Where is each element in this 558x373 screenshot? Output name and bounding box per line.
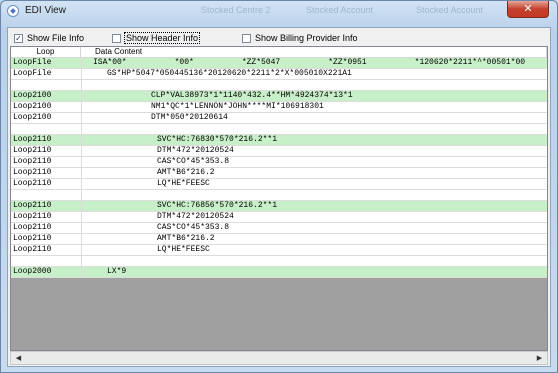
table-row[interactable] bbox=[11, 124, 547, 135]
data-content-cell: ISA*00* *00* *ZZ*5047 *ZZ*0951 *120620*2… bbox=[93, 58, 526, 67]
data-content-cell: NM1*QC*1*LENNON*JOHN****MI*106918301 bbox=[151, 102, 324, 111]
column-divider bbox=[81, 80, 82, 90]
table-row[interactable]: Loop2100 DTM*050*20120614 bbox=[11, 113, 547, 124]
loop-cell: Loop2000 bbox=[13, 267, 52, 276]
table-row[interactable] bbox=[11, 190, 547, 201]
table-row[interactable]: Loop2110 AMT*B6*216.2 bbox=[11, 234, 547, 245]
data-content-cell: SVC*HC:76830*570*216.2**1 bbox=[157, 135, 278, 144]
data-content-cell: CLP*VAL38973*1*1140*432.4**HM*4924374*13… bbox=[151, 91, 353, 100]
loop-cell: Loop2110 bbox=[13, 201, 52, 210]
grid-header: Loop Data Content bbox=[11, 47, 547, 58]
data-content-cell: LQ*HE*FEESC bbox=[157, 245, 210, 254]
data-content-cell: CAS*CO*45*353.8 bbox=[157, 223, 230, 232]
column-divider bbox=[81, 256, 82, 266]
table-row[interactable]: Loop2110 CAS*CO*45*353.8 bbox=[11, 157, 547, 168]
table-row[interactable] bbox=[11, 80, 547, 91]
loop-cell: Loop2110 bbox=[13, 146, 52, 155]
column-divider bbox=[81, 179, 82, 189]
horizontal-scrollbar[interactable]: ◀ ▶ bbox=[10, 351, 548, 365]
table-row[interactable]: Loop2100 CLP*VAL38973*1*1140*432.4**HM*49… bbox=[11, 91, 547, 102]
table-row[interactable]: Loop2000 LX*9 bbox=[11, 267, 547, 278]
table-row[interactable]: Loop2110 DTM*472*20120524 bbox=[11, 146, 547, 157]
data-content-cell: CAS*CO*45*353.8 bbox=[157, 157, 230, 166]
edi-data-grid[interactable]: Loop Data Content LoopFile ISA*00* *00* *… bbox=[10, 46, 548, 351]
loop-cell: Loop2110 bbox=[13, 245, 52, 254]
checkbox-icon[interactable]: ✓ bbox=[14, 33, 23, 43]
column-divider bbox=[81, 201, 82, 211]
edi-view-window: EDI View Stocked Centre 2 Stocked Accoun… bbox=[0, 0, 558, 373]
column-divider bbox=[81, 267, 82, 277]
column-divider bbox=[81, 212, 82, 222]
loop-cell: Loop2110 bbox=[13, 223, 52, 232]
table-row[interactable]: Loop2110 AMT*B6*216.2 bbox=[11, 168, 547, 179]
data-content-cell: SVC*HC:76856*570*216.2**1 bbox=[157, 201, 278, 210]
data-content-cell: GS*HP*5047*050445136*20120620*2211*2*X*0… bbox=[107, 69, 352, 78]
scroll-right-arrow-icon[interactable]: ▶ bbox=[533, 352, 546, 364]
column-divider bbox=[81, 157, 82, 167]
show-header-info-label: Show Header Info bbox=[123, 32, 201, 44]
column-divider bbox=[81, 124, 82, 134]
background-window-title: Stocked Account bbox=[416, 5, 484, 15]
table-row[interactable]: Loop2110 CAS*CO*45*353.8 bbox=[11, 223, 547, 234]
grid-rows: LoopFile ISA*00* *00* *ZZ*5047 *ZZ*0951 *… bbox=[11, 58, 547, 278]
column-divider bbox=[81, 190, 82, 200]
scroll-left-arrow-icon[interactable]: ◀ bbox=[12, 352, 25, 364]
checkbox-icon[interactable] bbox=[242, 33, 251, 43]
checkbox-icon[interactable] bbox=[112, 33, 121, 43]
data-content-cell: LX*9 bbox=[107, 267, 127, 276]
loop-cell: LoopFile bbox=[13, 69, 52, 78]
table-row[interactable]: Loop2100 NM1*QC*1*LENNON*JOHN****MI*10691… bbox=[11, 102, 547, 113]
column-divider bbox=[81, 102, 82, 112]
background-window-title: Stocked Centre 2 bbox=[201, 5, 271, 15]
column-divider bbox=[81, 91, 82, 101]
table-row[interactable]: Loop2110 DTM*472*20120524 bbox=[11, 212, 547, 223]
loop-cell: LoopFile bbox=[13, 58, 52, 67]
column-divider bbox=[81, 113, 82, 123]
loop-cell: Loop2100 bbox=[13, 102, 52, 111]
column-divider bbox=[81, 234, 82, 244]
table-row[interactable]: Loop2110 SVC*HC:76856*570*216.2**1 bbox=[11, 201, 547, 212]
column-divider bbox=[81, 168, 82, 178]
column-header-data-content[interactable]: Data Content bbox=[81, 47, 547, 57]
column-divider bbox=[81, 223, 82, 233]
loop-cell: Loop2110 bbox=[13, 179, 52, 188]
background-window-title: Stocked Account bbox=[306, 5, 374, 15]
data-content-cell: DTM*472*20120524 bbox=[157, 212, 234, 221]
title-bar[interactable]: EDI View Stocked Centre 2 Stocked Accoun… bbox=[1, 1, 557, 23]
loop-cell: Loop2100 bbox=[13, 113, 52, 122]
data-content-cell: AMT*B6*216.2 bbox=[157, 168, 215, 177]
client-area: ✓ Show File Info Show Header Info Show B… bbox=[7, 27, 551, 367]
table-row[interactable]: Loop2110 LQ*HE*FEESC bbox=[11, 179, 547, 190]
table-row[interactable]: LoopFile ISA*00* *00* *ZZ*5047 *ZZ*0951 *… bbox=[11, 58, 547, 69]
data-content-cell: AMT*B6*216.2 bbox=[157, 234, 215, 243]
table-row[interactable]: Loop2110 LQ*HE*FEESC bbox=[11, 245, 547, 256]
show-billing-provider-info-label: Show Billing Provider Info bbox=[255, 33, 358, 43]
show-file-info-checkbox[interactable]: ✓ Show File Info bbox=[14, 32, 84, 44]
table-row[interactable]: LoopFile GS*HP*5047*050445136*20120620*22… bbox=[11, 69, 547, 80]
options-bar: ✓ Show File Info Show Header Info Show B… bbox=[8, 28, 550, 46]
loop-cell: Loop2110 bbox=[13, 212, 52, 221]
show-header-info-checkbox[interactable]: Show Header Info bbox=[112, 32, 201, 44]
loop-cell: Loop2100 bbox=[13, 91, 52, 100]
app-icon bbox=[7, 5, 19, 17]
table-row[interactable]: Loop2110 SVC*HC:76830*570*216.2**1 bbox=[11, 135, 547, 146]
column-divider bbox=[81, 69, 82, 79]
table-row[interactable] bbox=[11, 256, 547, 267]
show-billing-provider-info-checkbox[interactable]: Show Billing Provider Info bbox=[242, 32, 358, 44]
data-content-cell: DTM*050*20120614 bbox=[151, 113, 228, 122]
data-content-cell: DTM*472*20120524 bbox=[157, 146, 234, 155]
loop-cell: Loop2110 bbox=[13, 135, 52, 144]
show-file-info-label: Show File Info bbox=[27, 33, 85, 43]
loop-cell: Loop2110 bbox=[13, 168, 52, 177]
window-title: EDI View bbox=[25, 5, 66, 16]
loop-cell: Loop2110 bbox=[13, 234, 52, 243]
column-divider bbox=[81, 146, 82, 156]
column-divider bbox=[81, 245, 82, 255]
column-divider bbox=[81, 135, 82, 145]
loop-cell: Loop2110 bbox=[13, 157, 52, 166]
data-content-cell: LQ*HE*FEESC bbox=[157, 179, 210, 188]
column-header-loop[interactable]: Loop bbox=[11, 47, 81, 57]
close-button[interactable]: ✕ bbox=[507, 1, 549, 18]
column-divider bbox=[81, 58, 82, 68]
